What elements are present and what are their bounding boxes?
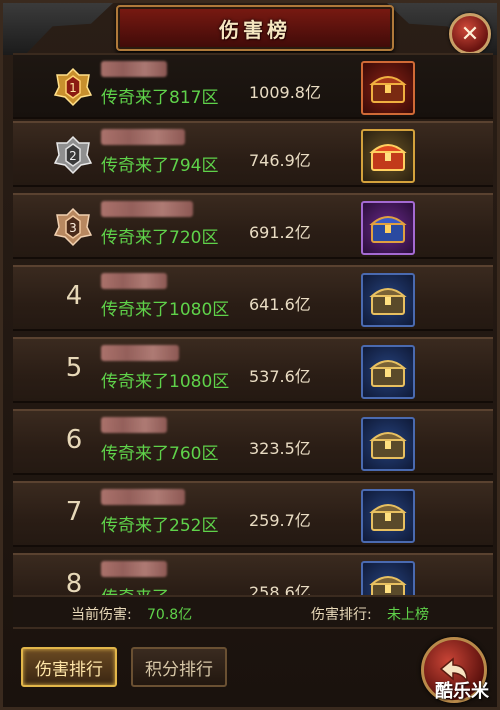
rank-number: 7 bbox=[65, 497, 83, 527]
damage-value: 323.5亿 bbox=[249, 439, 311, 458]
ranking-row: 5 传奇来了1080区 537.6亿 bbox=[13, 337, 493, 403]
reward-chest-slot[interactable] bbox=[361, 273, 415, 327]
player-name-blurred bbox=[101, 417, 167, 433]
player-name-blurred bbox=[101, 129, 185, 145]
server-name: 传奇来了720区 bbox=[101, 228, 219, 248]
watermark: 酷乐米 bbox=[435, 681, 489, 702]
player-name-blurred bbox=[101, 201, 193, 217]
reward-chest-slot[interactable] bbox=[361, 129, 415, 183]
ranking-row: 2 传奇来了794区 746.9亿 bbox=[13, 121, 493, 187]
reward-chest-slot[interactable] bbox=[361, 345, 415, 399]
player-name-blurred bbox=[101, 489, 185, 505]
ranking-row: 7 传奇来了252区 259.7亿 bbox=[13, 481, 493, 547]
rank-number: 4 bbox=[65, 281, 83, 311]
rank-3-badge-icon: 3 bbox=[53, 207, 93, 247]
title-plate: 伤害榜 bbox=[116, 5, 394, 51]
rank-number: 5 bbox=[65, 353, 83, 383]
damage-value: 258.6亿 bbox=[249, 583, 311, 595]
damage-value: 259.7亿 bbox=[249, 511, 311, 530]
reward-chest-slot[interactable] bbox=[361, 489, 415, 543]
player-name-blurred bbox=[101, 273, 167, 289]
damage-value: 537.6亿 bbox=[249, 367, 311, 386]
blue-chest-icon bbox=[369, 504, 407, 531]
svg-text:1: 1 bbox=[69, 81, 77, 95]
rank-1-badge-icon: 1 bbox=[53, 67, 93, 107]
damage-value: 746.9亿 bbox=[249, 151, 311, 170]
ranking-row: 4 传奇来了1080区 641.6亿 bbox=[13, 265, 493, 331]
server-name: 传奇来了794区 bbox=[101, 156, 219, 176]
blue-chest-icon bbox=[369, 576, 407, 595]
ranking-row: 3 传奇来了720区 691.2亿 bbox=[13, 193, 493, 259]
damage-rank-label: 伤害排行: bbox=[311, 607, 372, 623]
blue-chest-icon bbox=[369, 432, 407, 459]
blue-chest-icon bbox=[369, 288, 407, 315]
current-damage-value: 70.8亿 bbox=[147, 607, 193, 623]
damage-value: 1009.8亿 bbox=[249, 83, 321, 102]
damage-value: 641.6亿 bbox=[249, 295, 311, 314]
server-name: 传奇来了760区 bbox=[101, 444, 219, 464]
rank-number: 6 bbox=[65, 425, 83, 455]
reward-chest-slot[interactable] bbox=[361, 417, 415, 471]
svg-text:3: 3 bbox=[69, 221, 77, 235]
server-name: 传奇来了1080区 bbox=[101, 372, 230, 392]
close-button[interactable]: ✕ bbox=[449, 13, 491, 55]
player-name-blurred bbox=[101, 345, 179, 361]
tab-points-rank[interactable]: 积分排行 bbox=[131, 647, 227, 687]
rank-2-badge-icon: 2 bbox=[53, 135, 93, 175]
player-name-blurred bbox=[101, 561, 167, 577]
server-name: 传奇来了 bbox=[101, 583, 169, 595]
purple-chest-icon bbox=[369, 216, 407, 243]
server-name: 传奇来了817区 bbox=[101, 88, 219, 108]
reward-chest-slot[interactable] bbox=[361, 561, 415, 595]
leaderboard-window: 伤害榜 ✕ 1 传奇来了817区 1009.8亿 2 传奇来了794区 746.… bbox=[0, 0, 500, 710]
blue-chest-icon bbox=[369, 360, 407, 387]
close-icon: ✕ bbox=[460, 21, 480, 47]
gold-chest-icon bbox=[369, 144, 407, 171]
reward-chest-slot[interactable] bbox=[361, 61, 415, 115]
tab-damage-rank[interactable]: 伤害排行 bbox=[21, 647, 117, 687]
window-title: 伤害榜 bbox=[219, 17, 291, 42]
ranking-list: 1 传奇来了817区 1009.8亿 2 传奇来了794区 746.9亿 3 传… bbox=[13, 53, 493, 595]
ranking-row: 1 传奇来了817区 1009.8亿 bbox=[13, 53, 493, 119]
current-damage-label: 当前伤害: bbox=[71, 607, 132, 623]
ranking-row: 6 传奇来了760区 323.5亿 bbox=[13, 409, 493, 475]
red-chest-icon bbox=[369, 76, 407, 103]
status-bar: 当前伤害: 70.8亿 伤害排行: 未上榜 bbox=[13, 595, 493, 629]
ranking-row: 8 传奇来了 258.6亿 bbox=[13, 553, 493, 595]
reward-chest-slot[interactable] bbox=[361, 201, 415, 255]
server-name: 传奇来了252区 bbox=[101, 516, 219, 536]
server-name: 传奇来了1080区 bbox=[101, 300, 230, 320]
damage-value: 691.2亿 bbox=[249, 223, 311, 242]
player-name-blurred bbox=[101, 61, 167, 77]
rank-number: 8 bbox=[65, 569, 83, 595]
svg-text:2: 2 bbox=[69, 149, 77, 163]
damage-rank-value: 未上榜 bbox=[387, 607, 429, 623]
corner-ornament-left bbox=[3, 3, 113, 55]
